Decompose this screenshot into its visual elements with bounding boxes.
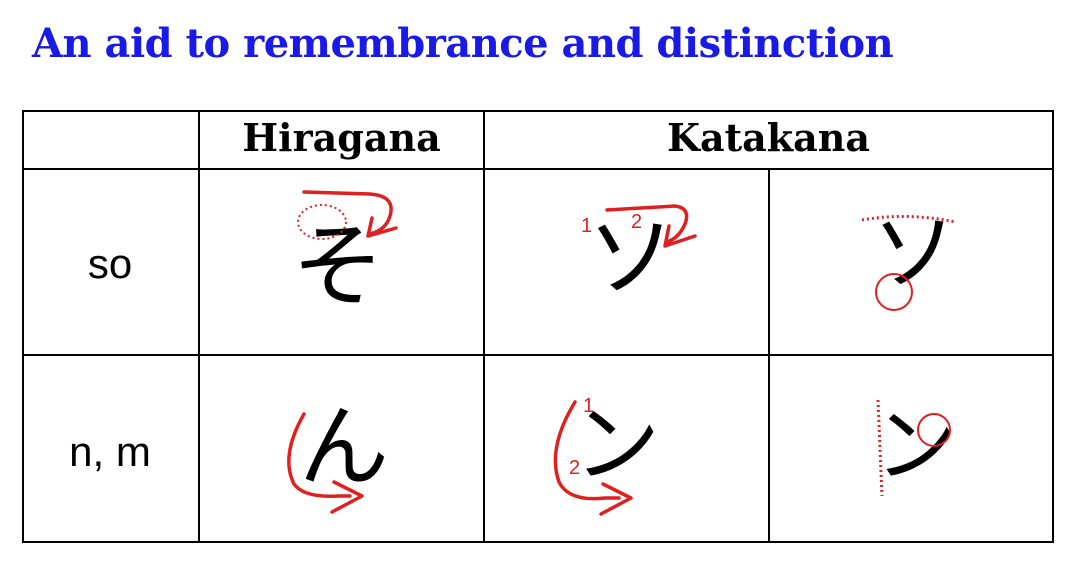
stroke-number-1: 1 [581, 215, 592, 237]
table-border-right [1052, 110, 1054, 543]
katakana-n-hint-diagram: ン [875, 399, 957, 497]
katakana-n-stroke-diagram: ン 1 2 [553, 395, 660, 516]
stroke-number-1: 1 [583, 395, 594, 417]
katakana-n-glyph: ン [875, 399, 957, 494]
katakana-so-stroke-diagram: ソ 1 2 [581, 204, 697, 309]
katakana-so-glyph: ソ [872, 204, 956, 302]
table-border-top [22, 110, 1054, 112]
stroke-number-2: 2 [569, 457, 580, 479]
katakana-so-hint-diagram: ソ [861, 204, 957, 311]
page-title: An aid to remembrance and distinction [32, 20, 894, 67]
katakana-so-stroke-order-cell: ソ 1 2 [485, 170, 768, 354]
table-border-bottom [22, 541, 1054, 543]
hiragana-n-glyph: ん [299, 395, 389, 500]
katakana-n-hint-cell: ン [770, 356, 1052, 541]
hiragana-so-cell: そ [200, 170, 483, 354]
row-label-n-m: n, m [69, 428, 151, 475]
header-katakana: Katakana [666, 115, 871, 160]
header-hiragana: Hiragana [242, 115, 441, 160]
hiragana-so-diagram: そ [292, 190, 398, 320]
table-border-left [22, 110, 24, 543]
stroke-number-2: 2 [631, 211, 642, 233]
row-label-so: so [87, 240, 133, 287]
hiragana-n-diagram: ん [287, 395, 389, 514]
hiragana-n-cell: ん [200, 356, 483, 541]
katakana-n-stroke-order-cell: ン 1 2 [485, 356, 768, 541]
katakana-so-hint-cell: ソ [770, 170, 1052, 354]
